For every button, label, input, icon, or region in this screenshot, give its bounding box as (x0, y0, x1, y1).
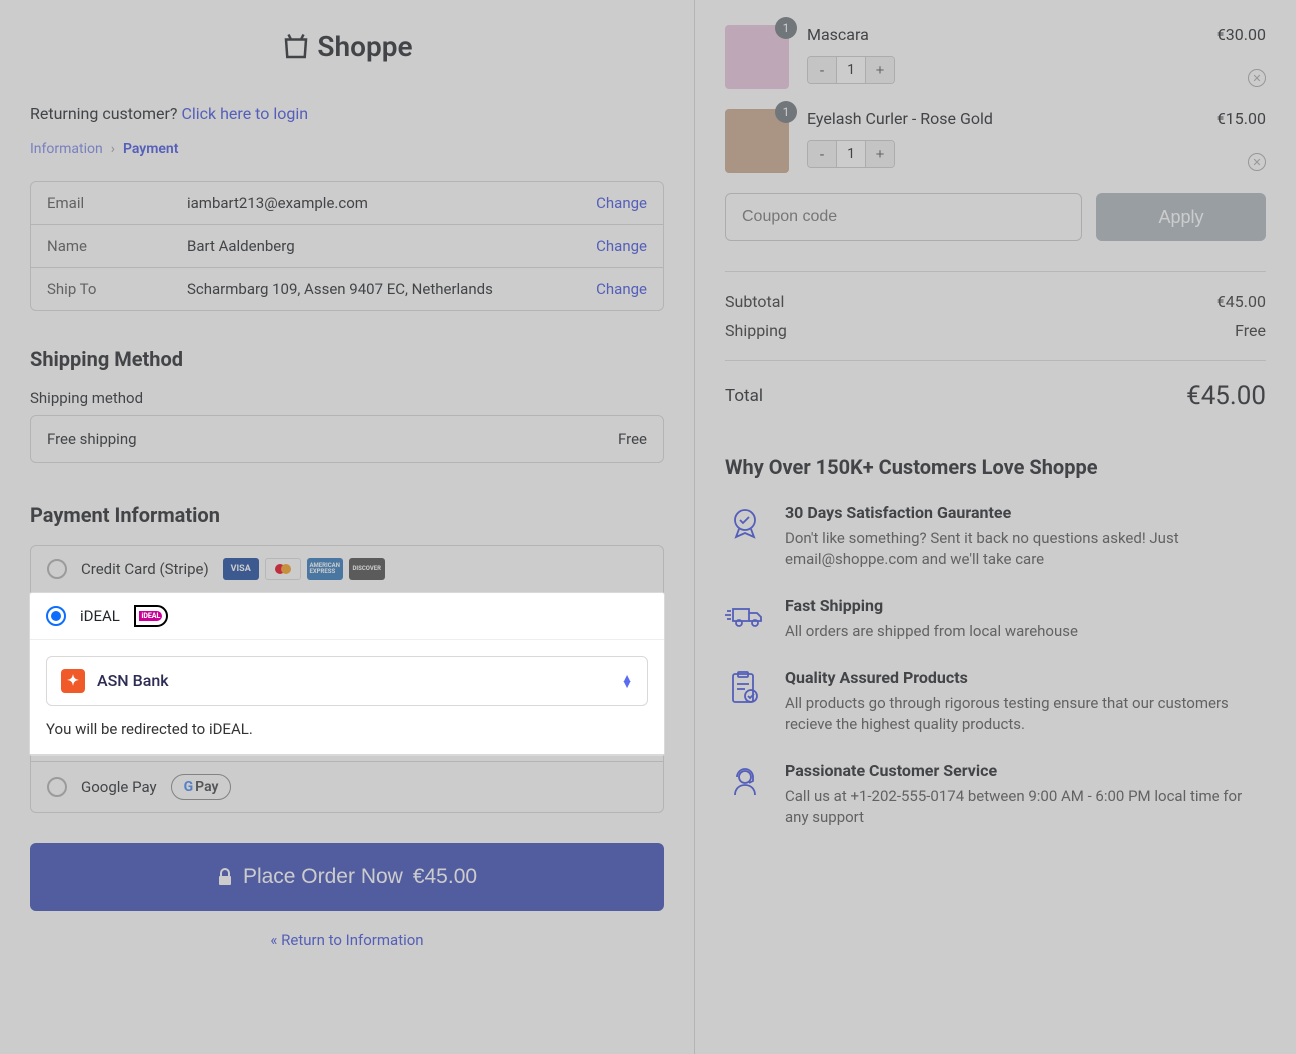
logo-text: Shoppe (317, 30, 412, 63)
product-thumbnail: 1 (725, 25, 789, 89)
benefit-title: Quality Assured Products (785, 668, 1266, 687)
place-order-button[interactable]: Place Order Now €45.00 (30, 843, 664, 911)
benefit-text: Call us at +1-202-555-0174 between 9:00 … (785, 786, 1266, 828)
benefit-title: Fast Shipping (785, 596, 1078, 615)
benefit-title: Passionate Customer Service (785, 761, 1266, 780)
headset-icon (725, 761, 765, 801)
payment-info-heading: Payment Information (30, 503, 664, 527)
chevron-updown-icon: ▲▼ (621, 675, 633, 687)
payment-option-ideal[interactable]: iDEAL iDEAL (30, 593, 664, 640)
bank-select[interactable]: ✦ ASN Bank ▲▼ (46, 656, 648, 706)
product-price: €30.00 (1206, 25, 1266, 44)
redirect-note: You will be redirected to iDEAL. (46, 720, 648, 738)
visa-icon: VISA (223, 558, 259, 580)
shipping-label: Shipping (725, 321, 787, 340)
truck-icon (725, 596, 765, 636)
quantity-stepper[interactable]: - 1 + (807, 56, 895, 84)
clipboard-check-icon (725, 668, 765, 708)
benefit-shipping: Fast Shipping All orders are shipped fro… (725, 596, 1266, 642)
benefit-text: Don't like something? Sent it back no qu… (785, 528, 1266, 570)
shipping-method-name: Free shipping (47, 430, 137, 448)
radio-google-pay[interactable] (47, 777, 67, 797)
amex-icon: AMERICANEXPRESS (307, 558, 343, 580)
return-to-information-link[interactable]: « Return to Information (30, 931, 664, 949)
qty-increase-button[interactable]: + (866, 141, 894, 167)
apply-coupon-button[interactable]: Apply (1096, 193, 1266, 241)
shipto-label: Ship To (47, 280, 187, 298)
benefit-title: 30 Days Satisfaction Gaurantee (785, 503, 1266, 522)
bank-name: ASN Bank (97, 671, 609, 690)
name-label: Name (47, 237, 187, 255)
payment-option-credit-card[interactable]: Credit Card (Stripe) VISA AMERICANEXPRES… (31, 546, 663, 593)
customer-info-table: Email iambart213@example.com Change Name… (30, 181, 664, 311)
breadcrumb: Information › Payment (30, 141, 664, 157)
ideal-icon: iDEAL (134, 605, 168, 627)
login-link[interactable]: Click here to login (181, 104, 308, 123)
quantity-stepper[interactable]: - 1 + (807, 140, 895, 168)
bag-icon (281, 32, 311, 62)
shipping-method-sublabel: Shipping method (30, 389, 664, 407)
shop-logo: Shoppe (281, 30, 412, 63)
shipping-method-heading: Shipping Method (30, 347, 664, 371)
asn-bank-icon: ✦ (61, 669, 85, 693)
payment-option-google-pay[interactable]: Google Pay G Pay (31, 762, 663, 812)
qty-badge: 1 (775, 101, 797, 123)
subtotal-value: €45.00 (1217, 292, 1266, 311)
breadcrumb-payment: Payment (123, 141, 179, 157)
benefit-service: Passionate Customer Service Call us at +… (725, 761, 1266, 828)
product-name: Mascara (807, 25, 1188, 44)
qty-value: 1 (836, 57, 866, 83)
returning-customer: Returning customer? Click here to login (30, 104, 664, 123)
qty-increase-button[interactable]: + (866, 57, 894, 83)
email-value: iambart213@example.com (187, 194, 596, 212)
shipping-method-box: Free shipping Free (30, 415, 664, 463)
mastercard-icon (265, 558, 301, 580)
lock-icon (217, 868, 233, 886)
product-thumbnail: 1 (725, 109, 789, 173)
cart-item: 1 Eyelash Curler - Rose Gold - 1 + €15.0… (725, 109, 1266, 173)
benefit-guarantee: 30 Days Satisfaction Gaurantee Don't lik… (725, 503, 1266, 570)
shipping-value: Free (1235, 321, 1266, 340)
benefit-text: All orders are shipped from local wareho… (785, 621, 1078, 642)
remove-item-button[interactable]: ✕ (1248, 153, 1266, 171)
radio-ideal[interactable] (46, 606, 66, 626)
benefit-text: All products go through rigorous testing… (785, 693, 1266, 735)
product-name: Eyelash Curler - Rose Gold (807, 109, 1188, 128)
total-value: €45.00 (1186, 381, 1266, 411)
chevron-right-icon: › (111, 141, 115, 157)
remove-item-button[interactable]: ✕ (1248, 69, 1266, 87)
badge-icon (725, 503, 765, 543)
qty-decrease-button[interactable]: - (808, 57, 836, 83)
ideal-label: iDEAL (80, 607, 120, 625)
google-pay-label: Google Pay (81, 778, 157, 796)
coupon-input[interactable] (725, 193, 1082, 241)
email-label: Email (47, 194, 187, 212)
product-price: €15.00 (1206, 109, 1266, 128)
total-label: Total (725, 386, 763, 406)
qty-badge: 1 (775, 17, 797, 39)
change-name-link[interactable]: Change (596, 237, 647, 255)
breadcrumb-information[interactable]: Information (30, 141, 103, 157)
qty-value: 1 (836, 141, 866, 167)
change-email-link[interactable]: Change (596, 194, 647, 212)
place-order-label: Place Order Now (243, 865, 403, 889)
gpay-icon: G Pay (171, 774, 232, 800)
shipto-value: Scharmbarg 109, Assen 9407 EC, Netherlan… (187, 280, 596, 298)
why-heading: Why Over 150K+ Customers Love Shoppe (725, 455, 1266, 479)
radio-credit-card[interactable] (47, 559, 67, 579)
change-shipto-link[interactable]: Change (596, 280, 647, 298)
card-brand-icons: VISA AMERICANEXPRESS DISCOVER (223, 558, 385, 580)
place-order-amount: €45.00 (413, 865, 477, 889)
payment-option-ideal-expanded: iDEAL iDEAL ✦ ASN Bank ▲▼ You will be re… (30, 593, 664, 755)
cart-item: 1 Mascara - 1 + €30.00 ✕ (725, 25, 1266, 89)
shipping-method-cost: Free (618, 430, 647, 448)
name-value: Bart Aaldenberg (187, 237, 596, 255)
credit-card-label: Credit Card (Stripe) (81, 560, 209, 578)
discover-icon: DISCOVER (349, 558, 385, 580)
subtotal-label: Subtotal (725, 292, 784, 311)
benefit-quality: Quality Assured Products All products go… (725, 668, 1266, 735)
qty-decrease-button[interactable]: - (808, 141, 836, 167)
